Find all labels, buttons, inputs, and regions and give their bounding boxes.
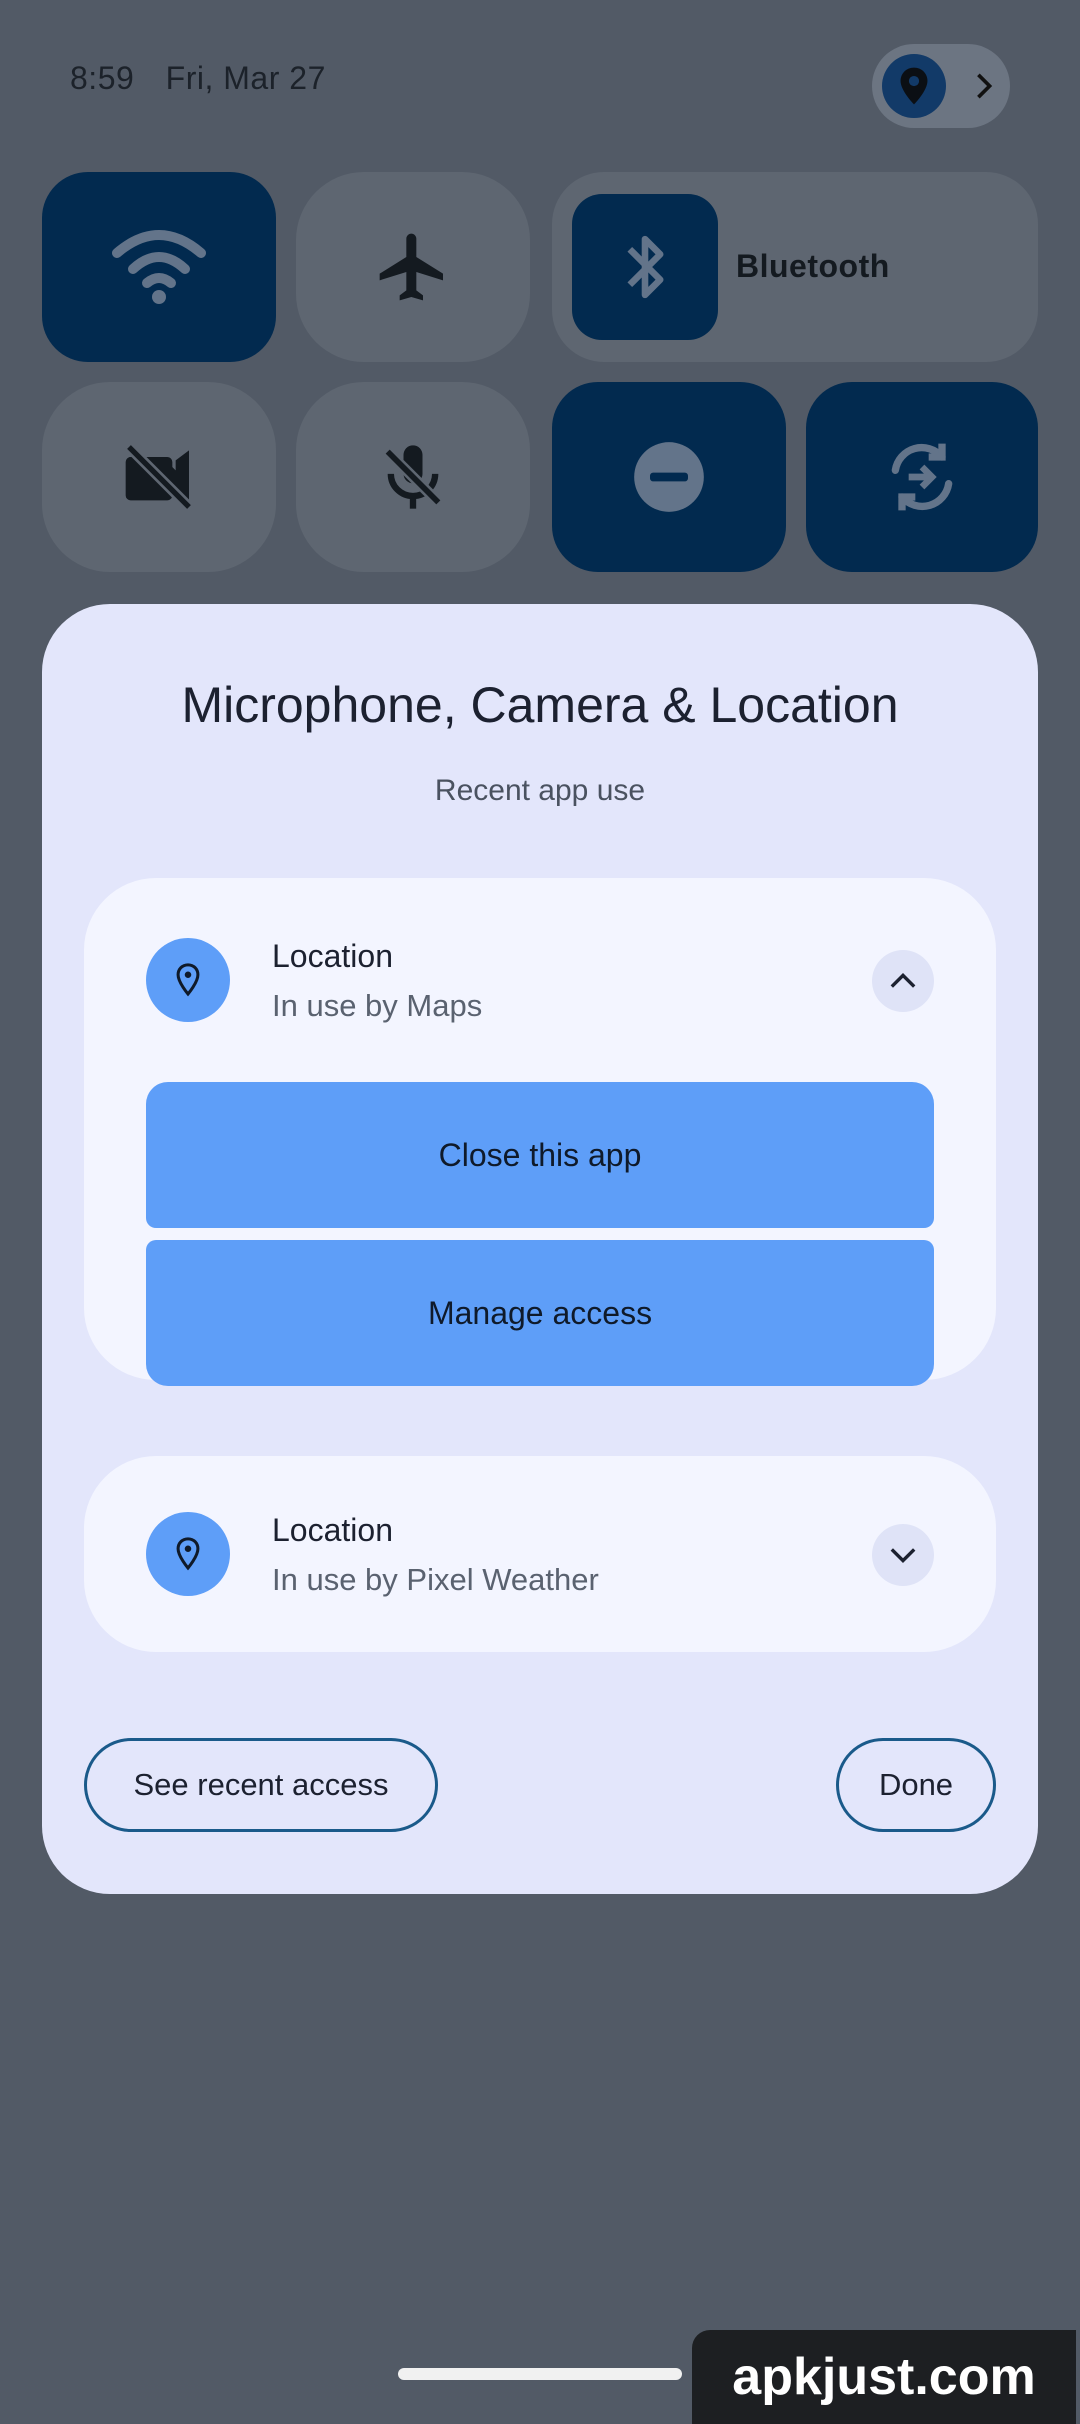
wifi-tile[interactable] <box>42 172 276 362</box>
mic-off-icon <box>383 445 443 509</box>
privacy-indicator-chip[interactable] <box>872 44 1010 128</box>
watermark: apkjust.com <box>692 2330 1076 2424</box>
rotate-icon <box>891 443 953 511</box>
location-pin-icon <box>882 54 946 118</box>
do-not-disturb-tile[interactable] <box>552 382 786 572</box>
chevron-right-icon <box>964 66 1004 106</box>
airplane-mode-tile[interactable] <box>296 172 530 362</box>
microphone-access-tile[interactable] <box>296 382 530 572</box>
dnd-icon <box>634 442 704 512</box>
chevron-down-icon <box>890 1548 916 1563</box>
list-item-location-maps[interactable]: Location In use by Maps Close this app M… <box>84 878 996 1386</box>
collapse-button[interactable] <box>872 950 934 1012</box>
item-title: Location <box>272 938 393 974</box>
auto-rotate-tile[interactable] <box>806 382 1038 572</box>
wifi-icon <box>112 230 206 304</box>
location-pin-icon <box>146 938 230 1022</box>
camera-access-tile[interactable] <box>42 382 276 572</box>
privacy-dialog: Microphone, Camera & Location Recent app… <box>42 604 1038 1894</box>
chevron-up-icon <box>890 973 916 988</box>
expand-button[interactable] <box>872 1524 934 1586</box>
airplane-icon <box>379 233 443 301</box>
see-recent-access-button[interactable]: See recent access <box>84 1738 438 1832</box>
dialog-subtitle: Recent app use <box>434 774 646 807</box>
bluetooth-icon <box>572 194 718 340</box>
clock: 8:59 <box>70 60 135 96</box>
date: Fri, Mar 27 <box>165 60 326 96</box>
camera-off-icon <box>125 443 193 511</box>
item-title: Location <box>272 1512 393 1548</box>
list-item-location-pixel-weather[interactable]: Location In use by Pixel Weather <box>84 1456 996 1652</box>
location-pin-icon <box>146 1512 230 1596</box>
item-subtitle: In use by Maps <box>272 988 483 1023</box>
status-bar: 8:59 Fri, Mar 27 <box>70 60 348 97</box>
manage-access-button[interactable]: Manage access <box>146 1240 934 1386</box>
done-button[interactable]: Done <box>836 1738 996 1832</box>
close-app-button[interactable]: Close this app <box>146 1082 934 1228</box>
dialog-title: Microphone, Camera & Location <box>181 677 899 733</box>
gesture-nav-bar[interactable] <box>398 2368 682 2380</box>
bluetooth-tile[interactable]: Bluetooth <box>552 172 1038 362</box>
bluetooth-label: Bluetooth <box>736 248 890 284</box>
item-subtitle: In use by Pixel Weather <box>272 1562 599 1597</box>
